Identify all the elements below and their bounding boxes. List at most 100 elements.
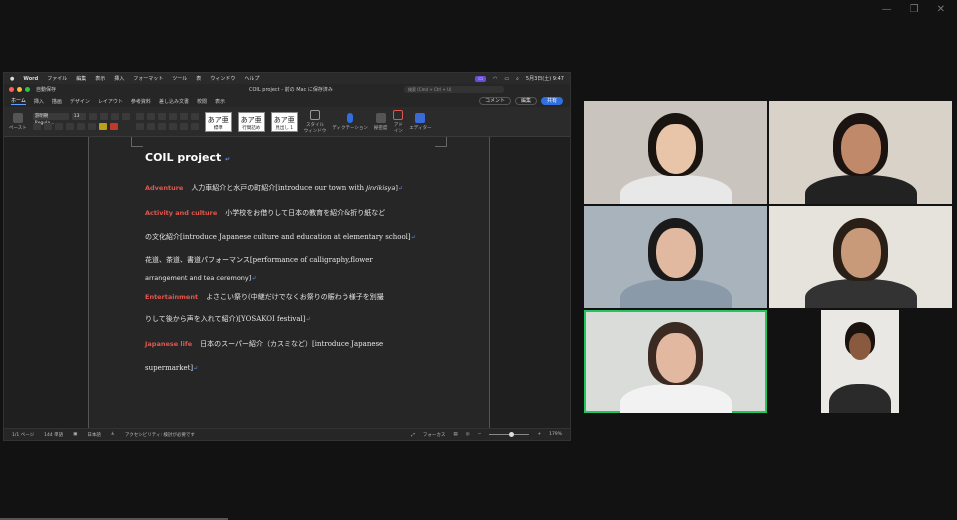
menubar-item[interactable]: 編集 [76, 75, 86, 82]
underline-icon[interactable] [54, 123, 63, 130]
tab-home[interactable]: ホーム [11, 97, 26, 105]
style-heading-1[interactable]: あア亜 見出し 1 [270, 111, 298, 132]
share-button[interactable]: 共有 [540, 97, 563, 105]
doc-line[interactable]: の文化紹介[introduce Japanese culture and edu… [145, 225, 445, 250]
video-tile-p6[interactable] [821, 310, 899, 413]
zoom-slider[interactable] [489, 432, 530, 437]
menubar-item[interactable]: ツール [172, 75, 187, 82]
video-tile-p1[interactable] [584, 101, 767, 204]
tab-mailings[interactable]: 差し込み文書 [159, 98, 189, 105]
justify-icon[interactable] [168, 123, 177, 130]
focus-button[interactable]: フォーカス [423, 432, 446, 438]
doc-line-japanese-life[interactable]: Japanese life 日本のスーパー紹介（カスミなど）[introduce … [145, 332, 445, 356]
align-left-icon[interactable] [135, 123, 144, 130]
styles-pane-button[interactable]: スタイル ウィンドウ [304, 109, 326, 134]
align-center-icon[interactable] [146, 123, 155, 130]
bullets-icon[interactable] [135, 113, 144, 120]
apple-icon[interactable]: ● [10, 76, 14, 82]
clear-format-icon[interactable] [121, 113, 130, 120]
minimize-icon[interactable]: — [882, 4, 892, 15]
subscript-icon[interactable] [76, 123, 85, 130]
menubar-item[interactable]: ウィンドウ [210, 75, 235, 82]
style-no-spacing[interactable]: あア亜 行間詰め [237, 111, 265, 132]
edit-mode-button[interactable]: 編集 [514, 97, 537, 105]
page-count[interactable]: 1/1 ページ [12, 432, 34, 438]
doc-line[interactable]: arrangement and tea ceremony]↵ [145, 270, 445, 287]
style-normal[interactable]: あア亜 標準 [204, 111, 232, 132]
doc-line-entertainment[interactable]: Entertainment よさこい祭り(中継だけでなくお祭りの賑わう様子を別撮 [145, 287, 445, 307]
menubar-datetime[interactable]: 5月3日(土) 9:47 [526, 75, 564, 82]
autosave-label[interactable]: 自動保存 [36, 86, 56, 93]
accessibility-status[interactable]: アクセシビリティ: 検討が必要です [125, 432, 195, 438]
word-count[interactable]: 144 単語 [44, 432, 63, 438]
print-layout-icon[interactable]: ▤ [453, 432, 457, 437]
search-input[interactable]: 検索 (Cmd + Ctrl + U) [404, 86, 504, 93]
highlight-icon[interactable] [98, 123, 107, 130]
grow-font-icon[interactable] [88, 113, 97, 120]
font-color-icon[interactable] [109, 123, 118, 130]
close-window-icon[interactable] [9, 87, 14, 92]
menubar-item[interactable]: 表示 [95, 75, 105, 82]
superscript-icon[interactable] [87, 123, 96, 130]
shading-icon[interactable] [190, 123, 199, 130]
spotlight-icon[interactable]: ⌕ [516, 76, 519, 82]
font-size-select[interactable]: 13 [71, 113, 86, 120]
menubar-item[interactable]: 挿入 [114, 75, 124, 82]
menubar-item[interactable]: ヘルプ [244, 75, 259, 82]
video-tile-p5[interactable] [584, 310, 767, 413]
doc-line-adventure[interactable]: Adventure 人力車紹介と水戸の町紹介[introduce our town… [145, 176, 445, 201]
video-tile-p3[interactable] [584, 206, 767, 308]
change-case-icon[interactable] [110, 113, 119, 120]
bold-icon[interactable] [32, 123, 41, 130]
zoom-window-icon[interactable] [25, 87, 30, 92]
font-family-select[interactable]: 游明朝 Regula... [32, 113, 69, 126]
zoom-share-badge-icon[interactable]: ▭ [475, 75, 486, 82]
accessibility-icon[interactable]: ♿ [111, 432, 115, 437]
tab-design[interactable]: デザイン [70, 98, 90, 105]
video-tile-p4[interactable] [769, 206, 952, 308]
menubar-app[interactable]: Word [23, 76, 38, 82]
tab-view[interactable]: 表示 [215, 98, 225, 105]
zoom-in-icon[interactable]: + [537, 432, 541, 437]
tab-draw[interactable]: 描画 [52, 98, 62, 105]
menubar-item[interactable]: ファイル [47, 75, 67, 82]
decrease-indent-icon[interactable] [168, 113, 177, 120]
doc-line-activity[interactable]: Activity and culture 小学校をお借りして日本の教育を紹介&折り… [145, 201, 445, 225]
tab-layout[interactable]: レイアウト [98, 98, 123, 105]
tab-references[interactable]: 参考資料 [131, 98, 151, 105]
web-layout-icon[interactable]: ◎ [466, 432, 470, 437]
sort-icon[interactable] [190, 113, 199, 120]
focus-icon[interactable]: ⤢ [411, 432, 415, 438]
document-area[interactable]: COIL project ↵ Adventure 人力車紹介と水戸の町紹介[int… [4, 137, 570, 428]
maximize-icon[interactable]: ❐ [910, 4, 919, 15]
doc-line[interactable]: supermarket]↵ [145, 356, 445, 381]
zoom-slider-thumb[interactable] [508, 432, 514, 437]
sensitivity-button[interactable]: 秘密度 [374, 112, 387, 131]
zoom-level[interactable]: 179% [549, 432, 562, 437]
shrink-font-icon[interactable] [99, 113, 108, 120]
video-tile-p2[interactable] [769, 101, 952, 204]
menubar-item[interactable]: 表 [196, 75, 201, 82]
numbering-icon[interactable] [146, 113, 155, 120]
language-status[interactable]: 日本語 [87, 432, 101, 438]
addins-button[interactable]: アド イン [393, 109, 404, 134]
strikethrough-icon[interactable] [65, 123, 74, 130]
doc-line[interactable]: 花道、茶道、書道パフォーマンス[performance of calligrap… [145, 250, 445, 270]
line-spacing-icon[interactable] [179, 123, 188, 130]
document-body[interactable]: COIL project ↵ Adventure 人力車紹介と水戸の町紹介[int… [145, 151, 445, 381]
align-right-icon[interactable] [157, 123, 166, 130]
wifi-icon[interactable]: ◠ [493, 76, 497, 82]
proofing-icon[interactable]: ▣ [73, 432, 77, 437]
doc-line[interactable]: りして後から声を入れて紹介)[YOSAKOI festival]↵ [145, 307, 445, 332]
increase-indent-icon[interactable] [179, 113, 188, 120]
menubar-item[interactable]: フォーマット [133, 75, 163, 82]
multilevel-icon[interactable] [157, 113, 166, 120]
tab-review[interactable]: 校閲 [197, 98, 207, 105]
document-page[interactable]: COIL project ↵ Adventure 人力車紹介と水戸の町紹介[int… [88, 137, 490, 428]
comment-button[interactable]: コメント [478, 97, 511, 105]
minimize-window-icon[interactable] [17, 87, 22, 92]
tab-insert[interactable]: 挿入 [34, 98, 44, 105]
zoom-out-icon[interactable]: − [478, 432, 482, 437]
italic-icon[interactable] [43, 123, 52, 130]
editor-button[interactable]: エディター [409, 112, 432, 131]
